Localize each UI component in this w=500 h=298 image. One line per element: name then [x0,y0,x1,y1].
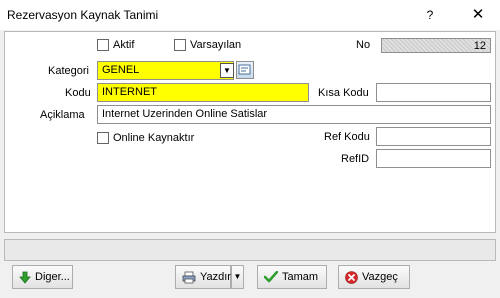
chevron-down-icon[interactable]: ▼ [220,63,234,78]
kodu-label: Kodu [65,87,91,99]
yazdir-label: Yazdır [200,271,231,284]
refid-input[interactable] [376,149,491,168]
refid-label: RefID [341,153,370,165]
lookup-icon [238,64,251,75]
online-checkbox[interactable] [97,132,109,144]
varsayilan-label: Varsayılan [190,39,242,51]
lookup-button[interactable] [236,61,254,79]
title-bar: Rezervasyon Kaynak Tanimi ? ✕ [0,0,500,30]
kategori-select[interactable]: GENEL [97,61,234,80]
aktif-label: Aktif [113,39,135,51]
close-button[interactable]: ✕ [456,0,500,30]
no-field: 12 [381,38,491,53]
yazdir-button[interactable]: Yazdır [175,265,231,289]
status-bar [4,239,496,261]
checkmark-icon [264,271,278,283]
tamam-button[interactable]: Tamam [257,265,327,289]
no-label: No [356,39,371,51]
online-label: Online Kaynaktır [113,132,195,144]
aciklama-input[interactable]: Internet Uzerinden Online Satislar [97,105,491,124]
form-panel: Aktif Varsayılan No 12 Kategori GENEL ▼ … [4,31,496,233]
yazdir-dropdown-button[interactable]: ▼ [231,265,244,289]
arrow-down-icon [19,271,31,284]
aktif-checkbox[interactable] [97,39,109,51]
ref-kodu-input[interactable] [376,127,491,146]
ref-kodu-label: Ref Kodu [324,131,370,143]
kisa-kodu-input[interactable] [376,83,491,102]
printer-icon [182,271,196,283]
tamam-label: Tamam [282,271,319,284]
kategori-value: GENEL [102,64,140,76]
diger-button[interactable]: Diger... [12,265,73,289]
cancel-icon [345,270,358,284]
kategori-label: Kategori [48,65,89,77]
vazgec-button[interactable]: Vazgeç [338,265,410,289]
diger-label: Diger... [35,271,70,284]
kodu-input[interactable]: INTERNET [97,83,309,102]
help-button[interactable]: ? [408,0,452,30]
window-title: Rezervasyon Kaynak Tanimi [7,8,159,22]
aciklama-label: Açiklama [40,109,85,121]
vazgec-label: Vazgeç [362,271,398,284]
kisa-kodu-label: Kısa Kodu [318,87,369,99]
dialog-window: Rezervasyon Kaynak Tanimi ? ✕ Aktif Vars… [0,0,500,298]
varsayilan-checkbox[interactable] [174,39,186,51]
